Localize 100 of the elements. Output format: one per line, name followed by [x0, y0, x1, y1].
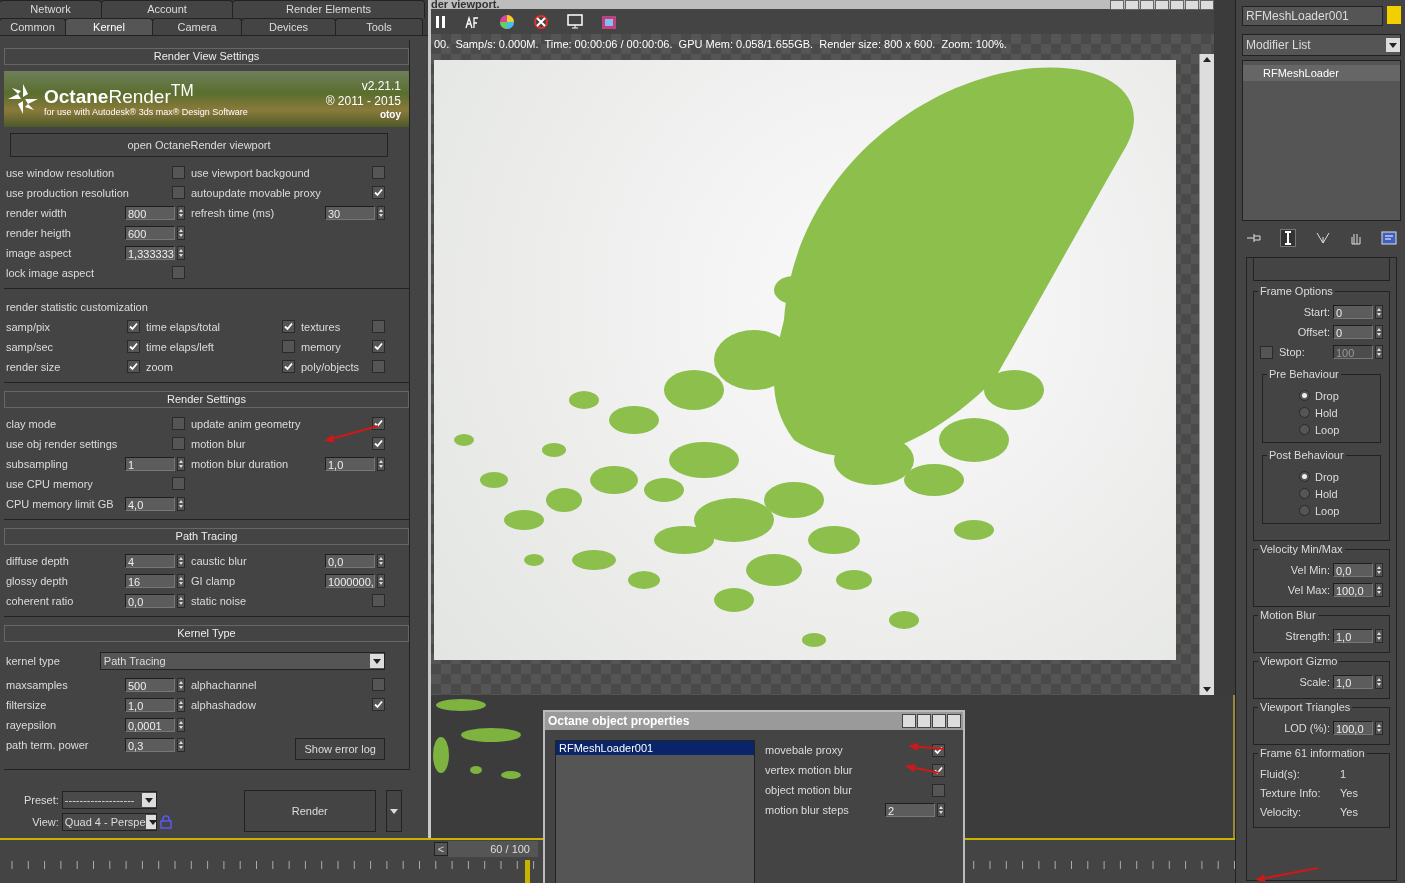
- number-field[interactable]: 1: [125, 456, 175, 471]
- autofocus-icon[interactable]: [465, 14, 481, 29]
- window-control-button[interactable]: [947, 714, 961, 728]
- radio-button[interactable]: [1299, 424, 1310, 435]
- window-control-button[interactable]: [902, 714, 916, 728]
- number-field[interactable]: 2: [885, 803, 935, 817]
- spinner-arrows[interactable]: [1375, 721, 1383, 735]
- number-field[interactable]: 1,333333: [125, 245, 175, 260]
- rollout-header[interactable]: Render Settings: [4, 391, 409, 408]
- number-field[interactable]: 1000000,: [325, 573, 375, 588]
- checkbox[interactable]: [372, 166, 385, 179]
- color-wheel-icon[interactable]: [499, 13, 515, 30]
- window-control-button[interactable]: [917, 714, 931, 728]
- checkbox[interactable]: [172, 417, 185, 430]
- spinner-arrows[interactable]: [1375, 325, 1383, 339]
- checkbox[interactable]: [282, 360, 295, 373]
- spinner-arrows[interactable]: [177, 456, 185, 471]
- number-field[interactable]: 0: [1333, 325, 1373, 339]
- checkbox[interactable]: [372, 594, 385, 607]
- number-field[interactable]: 0,0: [1333, 563, 1373, 577]
- checkbox[interactable]: [127, 360, 140, 373]
- kernel-type-dropdown[interactable]: Path Tracing: [99, 652, 385, 670]
- checkbox[interactable]: [172, 266, 185, 279]
- object-color-swatch[interactable]: [1387, 6, 1401, 24]
- preset-dropdown[interactable]: -------------------: [61, 791, 157, 809]
- checkbox[interactable]: [127, 340, 140, 353]
- window-control-button[interactable]: [1125, 0, 1139, 10]
- fork-icon[interactable]: [1314, 231, 1331, 245]
- spinner-arrows[interactable]: [177, 593, 185, 608]
- window-control-button[interactable]: [1170, 0, 1184, 10]
- reset-icon[interactable]: [533, 13, 549, 30]
- window-control-button[interactable]: [1110, 0, 1124, 10]
- checkbox[interactable]: [172, 186, 185, 199]
- window-control-button[interactable]: [1155, 0, 1169, 10]
- window-control-button[interactable]: [1200, 0, 1214, 10]
- spinner-arrows[interactable]: [177, 245, 185, 260]
- monitor-icon[interactable]: [567, 14, 583, 29]
- checkbox[interactable]: [282, 340, 295, 353]
- tab[interactable]: Render Elements: [232, 0, 425, 18]
- checkbox[interactable]: [372, 678, 385, 691]
- object-list-item[interactable]: RFMeshLoader001: [556, 741, 754, 755]
- spinner-arrows[interactable]: [937, 803, 945, 817]
- checkbox[interactable]: [932, 783, 945, 797]
- checkbox[interactable]: [282, 320, 295, 333]
- number-field[interactable]: 0,0: [125, 593, 175, 608]
- checkbox[interactable]: [372, 417, 385, 430]
- window-control-button[interactable]: [1140, 0, 1154, 10]
- rollout-header[interactable]: Path Tracing: [4, 528, 409, 545]
- number-field[interactable]: 30: [325, 205, 375, 220]
- number-field[interactable]: 1,0: [1333, 629, 1373, 643]
- number-field[interactable]: 4,0: [125, 496, 175, 511]
- spinner-arrows[interactable]: [377, 205, 385, 220]
- number-field[interactable]: 0: [1333, 305, 1373, 319]
- spinner-arrows[interactable]: [377, 573, 385, 588]
- spinner-arrows[interactable]: [1375, 305, 1383, 319]
- checkbox[interactable]: [372, 437, 385, 450]
- checkbox[interactable]: [932, 763, 945, 777]
- spinner-arrows[interactable]: [1375, 345, 1383, 359]
- render-options-button[interactable]: [385, 790, 402, 832]
- spinner-arrows[interactable]: [177, 205, 185, 220]
- spinner-arrows[interactable]: [377, 553, 385, 568]
- number-field[interactable]: 0,3: [125, 737, 175, 752]
- tab[interactable]: Account: [101, 0, 233, 18]
- radio-button[interactable]: [1299, 505, 1310, 516]
- previous-frame-button[interactable]: <: [434, 842, 448, 856]
- spinner-arrows[interactable]: [1375, 629, 1383, 643]
- render-button[interactable]: Render: [243, 790, 376, 832]
- window-control-button[interactable]: [932, 714, 946, 728]
- rollout-header[interactable]: Kernel Type: [4, 625, 409, 642]
- radio-button[interactable]: [1299, 407, 1310, 418]
- pause-icon[interactable]: [435, 14, 447, 29]
- pin-icon[interactable]: [1246, 231, 1262, 245]
- checkbox[interactable]: [127, 320, 140, 333]
- spinner-arrows[interactable]: [177, 697, 185, 712]
- number-field[interactable]: 16: [125, 573, 175, 588]
- rollout-header[interactable]: Render View Settings: [4, 48, 409, 65]
- number-field[interactable]: 100,0: [1333, 721, 1373, 735]
- tab[interactable]: Network: [0, 0, 102, 18]
- checkbox[interactable]: [372, 186, 385, 199]
- number-field[interactable]: 800: [125, 205, 175, 220]
- radio-button[interactable]: [1299, 488, 1310, 499]
- checkbox[interactable]: [372, 340, 385, 353]
- spinner-arrows[interactable]: [1375, 563, 1383, 577]
- number-field[interactable]: 600: [125, 225, 175, 240]
- number-field[interactable]: 1,0: [325, 456, 375, 471]
- modifier-stack-item[interactable]: RFMeshLoader: [1243, 65, 1400, 81]
- spinner-arrows[interactable]: [177, 677, 185, 692]
- radio-button[interactable]: [1299, 471, 1310, 482]
- spinner-arrows[interactable]: [177, 717, 185, 732]
- checkbox[interactable]: [172, 166, 185, 179]
- modifier-list-dropdown[interactable]: Modifier List: [1242, 34, 1401, 56]
- spinner-arrows[interactable]: [177, 225, 185, 240]
- number-field[interactable]: 100,0: [1333, 583, 1373, 597]
- hand-icon[interactable]: [1348, 231, 1363, 245]
- checkbox[interactable]: [372, 360, 385, 373]
- show-error-log-button[interactable]: Show error log: [295, 738, 385, 760]
- radio-button[interactable]: [1299, 390, 1310, 401]
- number-field[interactable]: 0,0: [325, 553, 375, 568]
- object-name-field[interactable]: RFMeshLoader001: [1242, 6, 1383, 26]
- spinner-arrows[interactable]: [177, 496, 185, 511]
